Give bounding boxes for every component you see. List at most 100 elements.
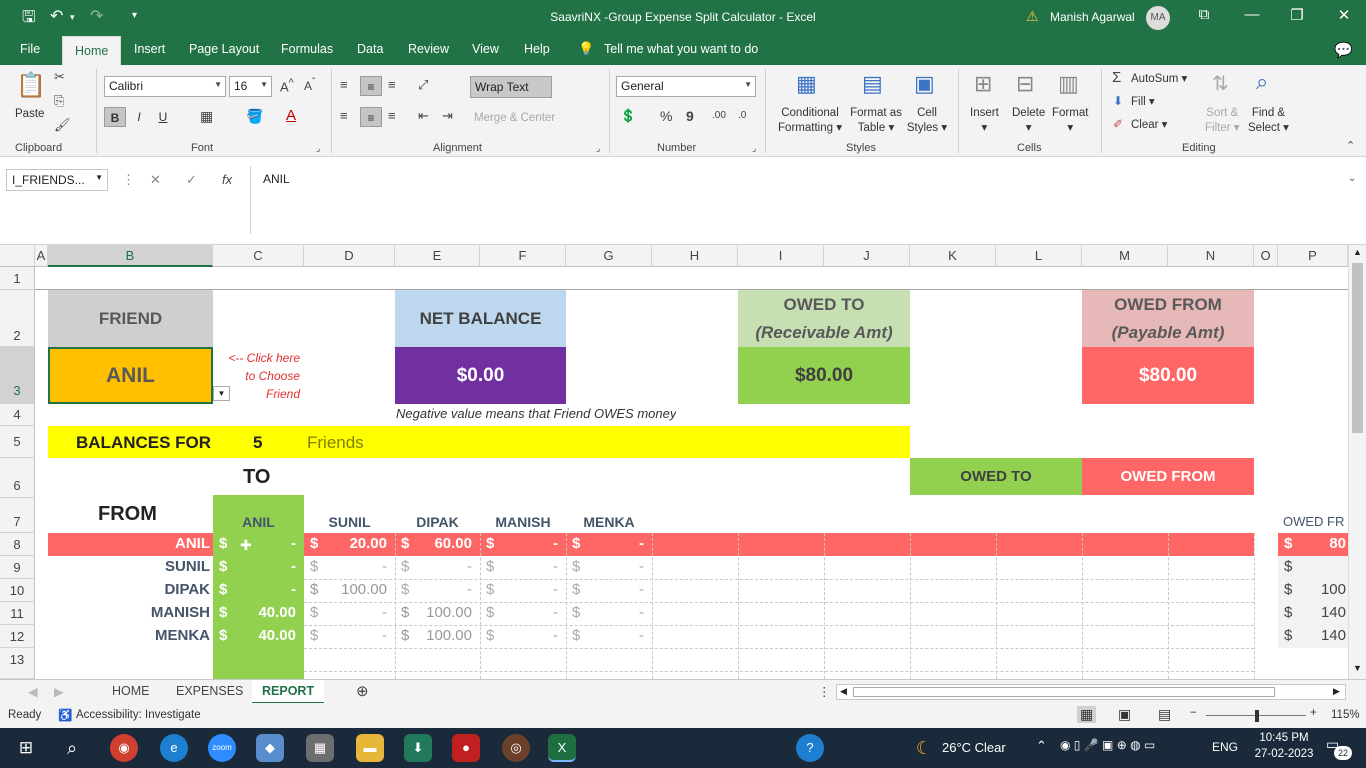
italic-button[interactable]: I: [128, 107, 150, 127]
align-left-icon[interactable]: ≡: [340, 108, 348, 123]
avatar[interactable]: MA: [1146, 6, 1170, 30]
row-header-10[interactable]: 10: [0, 579, 35, 602]
zoom-app-icon[interactable]: zoom: [208, 734, 236, 762]
search-icon[interactable]: ⌕: [1256, 69, 1268, 95]
decrease-decimal-icon[interactable]: .0: [738, 110, 746, 121]
format-table-icon[interactable]: ▤: [862, 71, 883, 97]
tab-insert[interactable]: Insert: [134, 42, 165, 56]
matrix-cell[interactable]: $ -: [480, 533, 566, 555]
collapse-ribbon-icon[interactable]: ⌃: [1346, 139, 1355, 152]
wrap-text-button[interactable]: Wrap Text: [470, 76, 552, 98]
matrix-cell[interactable]: $ -: [480, 602, 566, 624]
zoom-in-icon[interactable]: +: [1310, 707, 1317, 719]
dialog-launcher-icon[interactable]: ⌟: [596, 143, 600, 154]
orientation-icon[interactable]: ⤢: [418, 77, 428, 93]
zoom-out-icon[interactable]: −: [1190, 707, 1197, 719]
matrix-cell[interactable]: $100.00: [395, 602, 480, 624]
column-header-f[interactable]: F: [480, 245, 566, 267]
comma-style-icon[interactable]: 9: [686, 108, 694, 124]
row-header-6[interactable]: 6: [0, 458, 35, 498]
language-indicator[interactable]: ENG: [1212, 740, 1238, 754]
decrease-indent-icon[interactable]: ⇤: [418, 108, 429, 124]
sheet-tab-report[interactable]: REPORT: [252, 680, 325, 704]
enter-icon[interactable]: ✓: [186, 172, 197, 188]
row-header-8[interactable]: 8: [0, 533, 35, 556]
matrix-cell[interactable]: $ -: [395, 556, 480, 578]
h-scroll-thumb[interactable]: [853, 687, 1275, 697]
column-header-i[interactable]: I: [738, 245, 824, 267]
zoom-slider-thumb[interactable]: [1255, 710, 1259, 722]
eraser-icon[interactable]: ✐: [1113, 117, 1123, 131]
weather-text[interactable]: 26°C Clear: [942, 740, 1006, 755]
edge-icon[interactable]: e: [160, 734, 188, 762]
grow-font-icon[interactable]: A^: [280, 77, 294, 94]
matrix-cell[interactable]: $ -: [480, 625, 566, 647]
clock-date[interactable]: 27-02-2023: [1250, 748, 1318, 760]
matrix-cell[interactable]: $ -: [213, 556, 304, 578]
accessibility-status[interactable]: Accessibility: Investigate: [76, 709, 201, 721]
matrix-cell[interactable]: $ -: [566, 579, 652, 601]
matrix-cell[interactable]: $ -: [213, 579, 304, 601]
paste-button[interactable]: Paste: [15, 107, 44, 122]
matrix-cell[interactable]: $40.00: [213, 602, 304, 624]
help-icon[interactable]: ?: [796, 734, 824, 762]
windows-start-icon[interactable]: ⊞: [12, 734, 40, 762]
dialog-launcher-icon[interactable]: ⌟: [752, 143, 756, 154]
matrix-cell[interactable]: $ -: [304, 625, 395, 647]
column-header-j[interactable]: J: [824, 245, 910, 267]
underline-button[interactable]: U: [152, 107, 174, 127]
scroll-thumb[interactable]: [1352, 263, 1363, 433]
tell-me-search[interactable]: Tell me what you want to do: [604, 42, 758, 56]
tab-formulas[interactable]: Formulas: [281, 42, 333, 56]
file-explorer-icon[interactable]: ▬: [356, 734, 384, 762]
row-header-13[interactable]: 13: [0, 648, 35, 679]
sort-filter-button[interactable]: Sort & Filter ▾: [1205, 106, 1240, 136]
column-header-c[interactable]: C: [213, 245, 304, 267]
matrix-cell[interactable]: $100.00: [395, 625, 480, 647]
row-header-9[interactable]: 9: [0, 556, 35, 579]
name-box[interactable]: I_FRIENDS... ▼: [6, 169, 108, 191]
clear-button[interactable]: Clear ▾: [1131, 118, 1167, 133]
prev-sheet-icon[interactable]: ◀: [28, 684, 38, 699]
chrome-icon[interactable]: ◉: [110, 734, 138, 762]
increase-indent-icon[interactable]: ⇥: [442, 108, 453, 124]
scroll-left-icon[interactable]: ◀: [840, 686, 847, 697]
fill-color-icon[interactable]: 🪣: [246, 108, 263, 125]
increase-decimal-icon[interactable]: .00: [712, 110, 726, 121]
format-painter-icon[interactable]: 🖌: [54, 117, 71, 133]
matrix-cell[interactable]: $ -: [566, 602, 652, 624]
column-header-n[interactable]: N: [1168, 245, 1254, 267]
column-header-k[interactable]: K: [910, 245, 996, 267]
tab-view[interactable]: View: [472, 42, 499, 56]
tab-home[interactable]: Home: [62, 36, 122, 65]
search-icon[interactable]: ⌕: [58, 734, 86, 762]
fill-button[interactable]: Fill ▾: [1131, 95, 1155, 110]
app-icon[interactable]: ◆: [256, 734, 284, 762]
matrix-cell[interactable]: $60.00: [395, 533, 480, 555]
minimize-icon[interactable]: —: [1240, 6, 1264, 23]
matrix-cell[interactable]: $100.00: [304, 579, 395, 601]
align-right-icon[interactable]: ≡: [388, 108, 396, 123]
ribbon-display-icon[interactable]: ⧉: [1192, 6, 1216, 23]
cut-icon[interactable]: ✂: [54, 69, 65, 85]
delete-button[interactable]: Delete ▾: [1012, 106, 1045, 136]
row-header-12[interactable]: 12: [0, 625, 35, 648]
tab-page-layout[interactable]: Page Layout: [189, 42, 259, 56]
copy-icon[interactable]: ⎘: [54, 93, 64, 109]
row-header-5[interactable]: 5: [0, 426, 35, 458]
column-header-g[interactable]: G: [566, 245, 652, 267]
matrix-cell[interactable]: $ -: [566, 625, 652, 647]
insert-cells-icon[interactable]: ⊞: [974, 71, 992, 97]
matrix-cell[interactable]: $ -: [304, 602, 395, 624]
paste-icon[interactable]: 📋: [16, 71, 46, 100]
insert-button[interactable]: Insert ▾: [970, 106, 999, 136]
align-center-icon[interactable]: ≡: [360, 107, 382, 127]
media-icon[interactable]: ◎: [502, 734, 530, 762]
tab-help[interactable]: Help: [524, 42, 550, 56]
next-sheet-icon[interactable]: ▶: [54, 684, 64, 699]
matrix-cell[interactable]: $ -: [480, 556, 566, 578]
autosum-button[interactable]: AutoSum ▾: [1131, 72, 1187, 87]
row-header-1[interactable]: 1: [0, 267, 35, 290]
column-header-b[interactable]: B: [48, 245, 213, 267]
currency-format-icon[interactable]: 💲: [620, 108, 636, 124]
